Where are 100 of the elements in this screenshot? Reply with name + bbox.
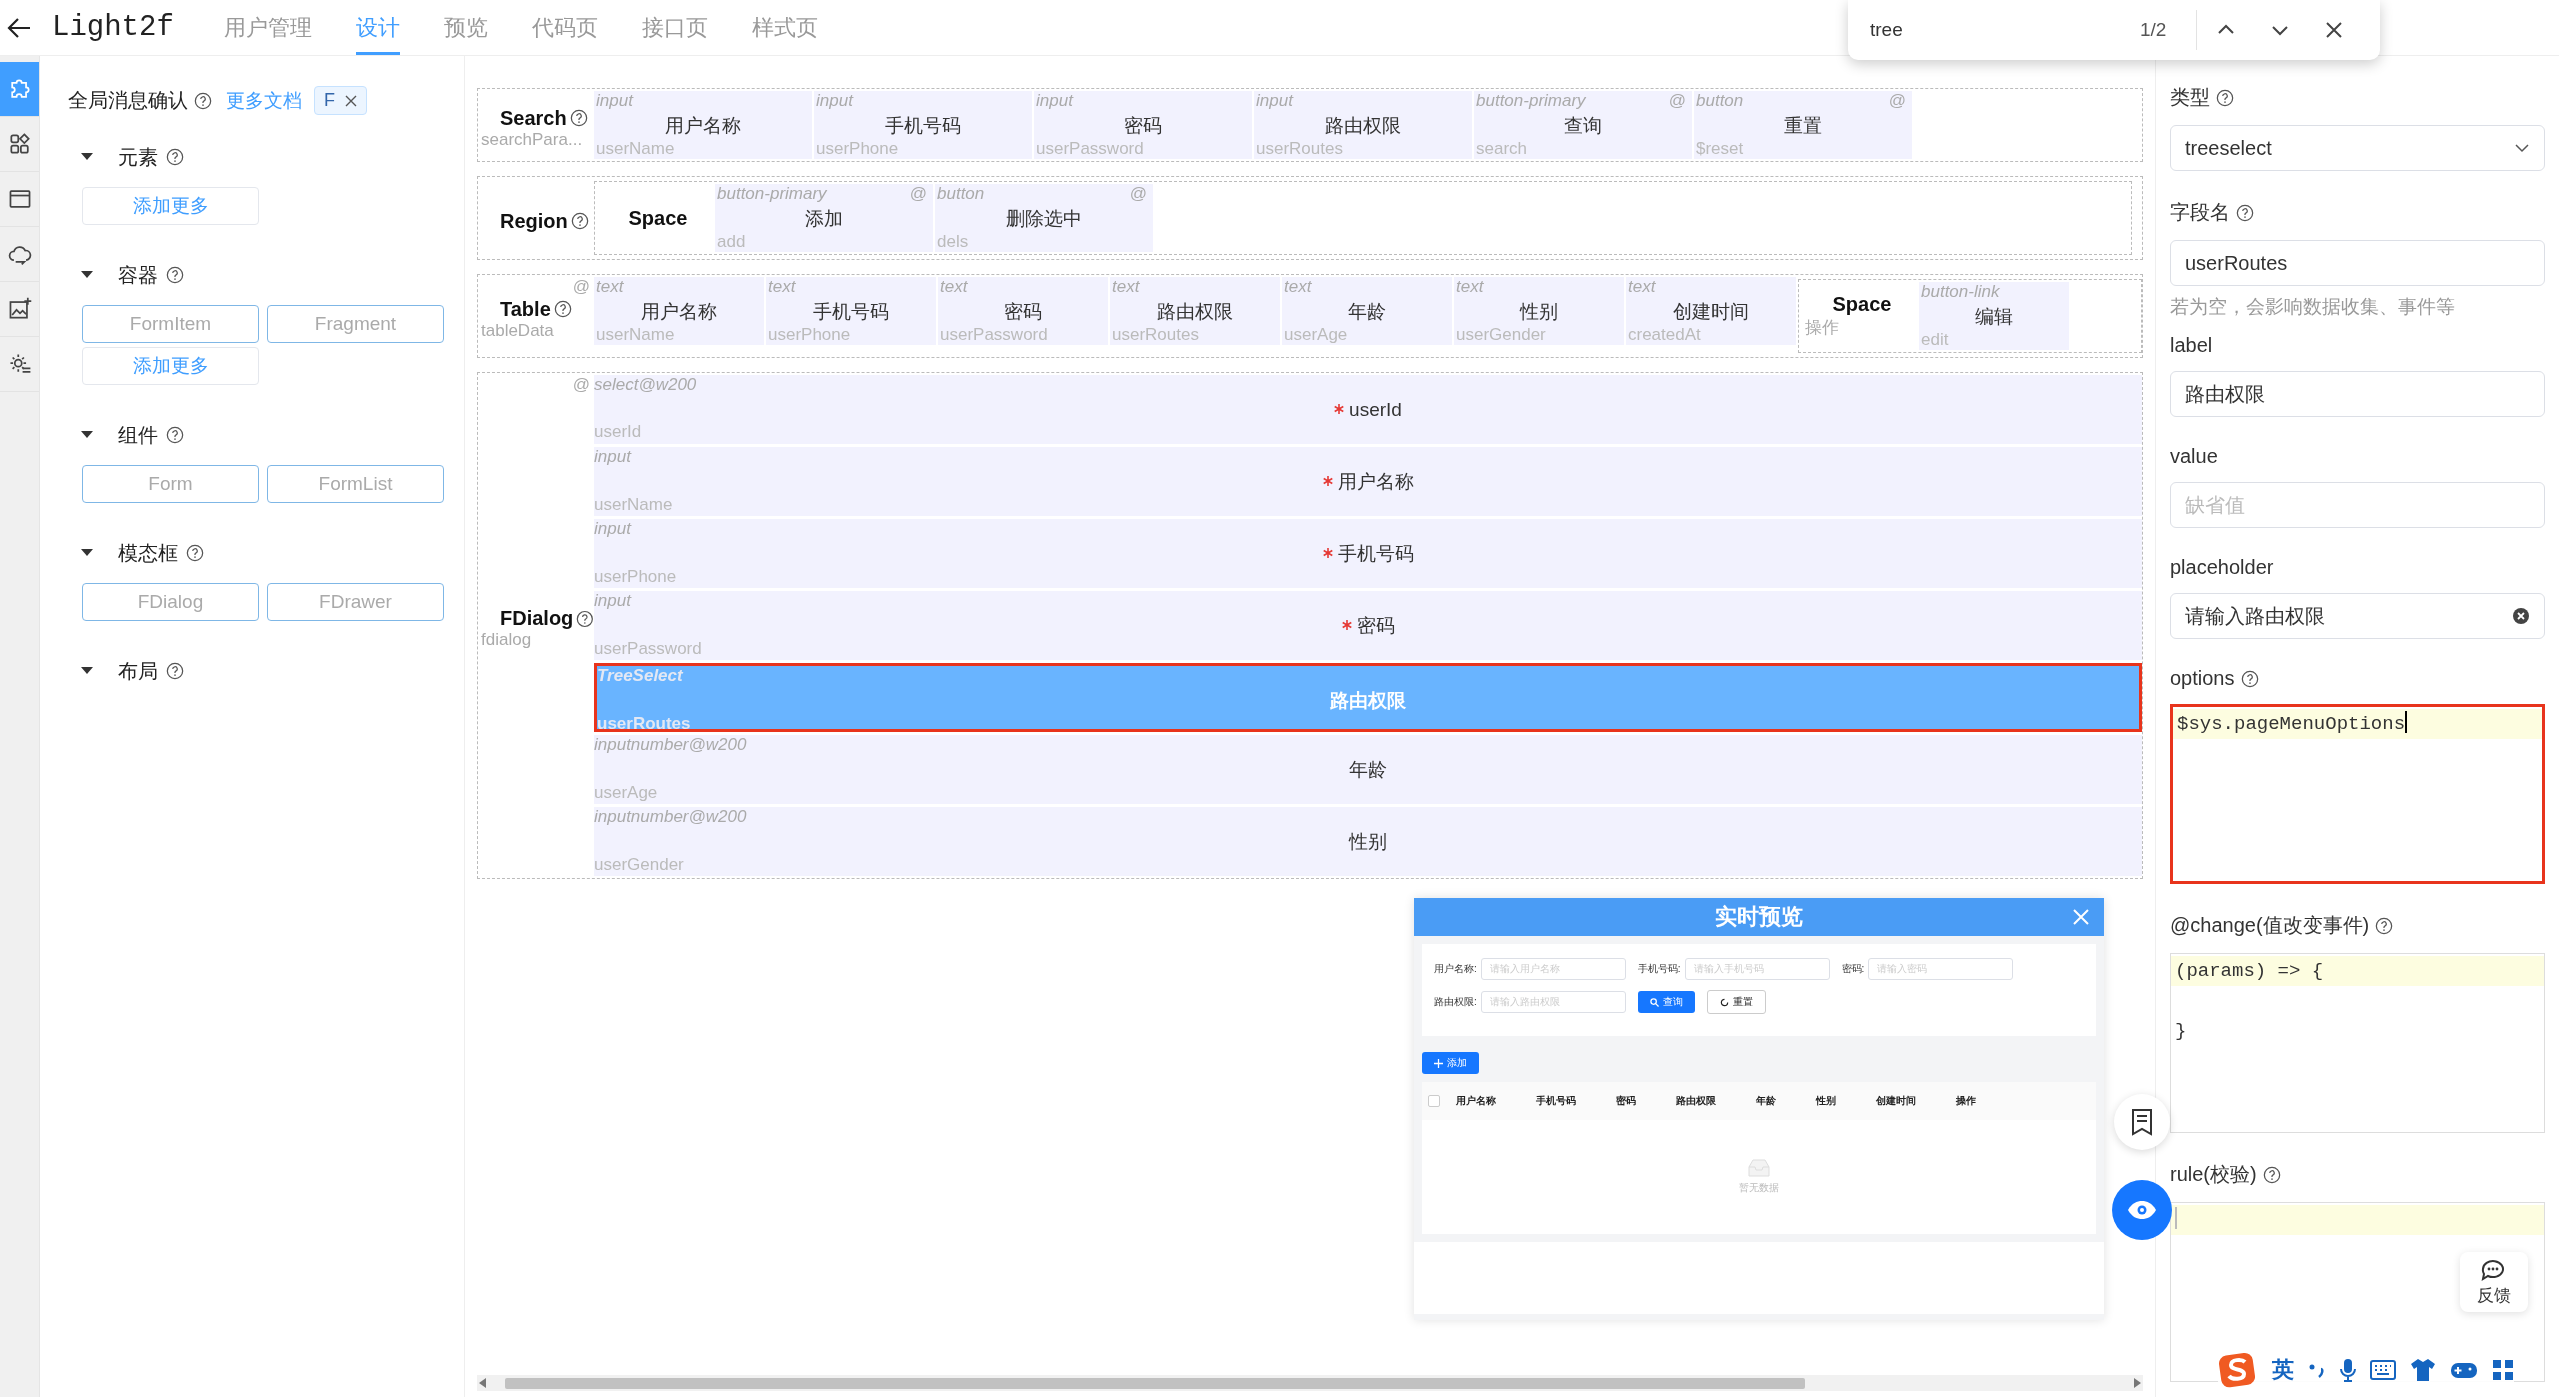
section-title: 模态框 (118, 540, 178, 566)
code-editor[interactable]: $sys.pageMenuOptions (2170, 704, 2545, 884)
field-name: userRoutes (1112, 325, 1199, 346)
horizontal-scrollbar[interactable] (477, 1375, 2143, 1391)
field-hint: 若为空，会影响数据收集、事件等 (2170, 295, 2456, 319)
component-label: 密码 (1356, 615, 1395, 636)
field-label: value (2170, 445, 2218, 468)
component-type: input (594, 447, 631, 468)
component-cell[interactable]: button-link 编辑 edit (1919, 282, 2069, 350)
component-cell[interactable]: button 删除选中 dels @ (935, 184, 1153, 252)
form-item-row[interactable]: inputnumber@w200 年龄 userAge (594, 735, 2142, 804)
space-group[interactable]: Space button-primary 添加 add @ button 删除选中 dels @ (594, 181, 2132, 255)
component-cell[interactable]: text 手机号码 userPhone (766, 277, 936, 345)
component-label: 路由权限 (1324, 114, 1402, 138)
app-title: Light2f (52, 11, 174, 44)
document-icon (2130, 1108, 2154, 1136)
close-icon[interactable] (345, 94, 357, 107)
form-item-row[interactable]: input 用户名称 userName (594, 447, 2142, 516)
input-field[interactable]: userRoutes (2170, 240, 2545, 286)
field-name: edit (1921, 330, 1949, 351)
preview-title: 实时预览 (1715, 903, 1803, 931)
select-all-checkbox[interactable] (1428, 1095, 1440, 1107)
type-select[interactable]: treeselect (2170, 125, 2545, 171)
field-name: userGender (594, 855, 684, 876)
component-label: userId (1349, 398, 1402, 420)
event-marker: @ (909, 184, 927, 204)
component-cell[interactable]: button-primary 查询 search @ (1474, 91, 1692, 159)
input-mode[interactable]: 英 (2272, 1355, 2294, 1385)
gamepad-icon[interactable] (2450, 1360, 2478, 1380)
document-button[interactable] (2114, 1094, 2170, 1150)
section-title: 布局 (118, 658, 158, 684)
component-label: 删除选中 (1005, 207, 1083, 231)
component-cell[interactable]: input 密码 userPassword (1034, 91, 1252, 159)
filter-tag[interactable]: F (314, 86, 367, 115)
code-editor[interactable]: (params) => { } (2170, 953, 2545, 1133)
component-cell[interactable]: input 路由权限 userRoutes (1254, 91, 1472, 159)
component-type: inputnumber@w200 (594, 735, 747, 756)
scroll-right-icon[interactable] (2133, 1378, 2141, 1388)
microphone-icon[interactable] (2340, 1358, 2356, 1382)
component-label: 年龄 (1349, 759, 1387, 780)
field-name: add (717, 232, 746, 253)
form-item-row[interactable]: select@w200 userId userId (594, 375, 2142, 444)
container-block[interactable]: Region Space button-primary 添加 add @ button 删除选中 dels @ (477, 176, 2143, 260)
shirt-icon[interactable] (2410, 1358, 2436, 1382)
preview-button[interactable] (2112, 1180, 2172, 1240)
component-type: text (768, 277, 796, 298)
block-data-key: fdialog (478, 630, 594, 650)
component-label: 路由权限 (1330, 690, 1406, 711)
clear-icon[interactable] (2512, 607, 2530, 625)
container-block[interactable]: Search searchPara... input 用户名称 userName input 手机号码 userPhone input 密码 userPassword input 路由权限 userRoutes button-primary 查询 search @ button 重置 $reset @ (477, 88, 2143, 162)
space-group[interactable]: Space 操作 button-link 编辑 edit (1798, 279, 2142, 353)
form-item-row[interactable]: input 密码 userPassword (594, 591, 2142, 660)
find-input[interactable]: tree (1870, 19, 2140, 41)
component-cell[interactable]: button 重置 $reset @ (1694, 91, 1912, 159)
field-name: $reset (1696, 139, 1744, 160)
component-type: text (596, 277, 624, 298)
component-label: 添加 (804, 207, 844, 231)
component-type: input (594, 519, 631, 540)
form-item-row[interactable]: input 手机号码 userPhone (594, 519, 2142, 588)
field-name: userPhone (768, 325, 851, 346)
field-name: userPassword (940, 325, 1048, 346)
form-item-row[interactable]: inputnumber@w200 性别 userGender (594, 807, 2142, 876)
input-field[interactable]: 请输入路由权限 (2170, 593, 2545, 639)
component-type: button-primary (1476, 91, 1586, 112)
component-label: 手机号码 (812, 300, 890, 324)
search-button[interactable]: 查询 (1637, 991, 1695, 1013)
component-cell[interactable]: text 密码 userPassword (938, 277, 1108, 345)
component-label: 路由权限 (1156, 300, 1234, 324)
input-field[interactable]: 路由权限 (2170, 371, 2545, 417)
component-cell[interactable]: button-primary 添加 add @ (715, 184, 933, 252)
help-icon (166, 148, 184, 166)
grid-icon[interactable] (2492, 1359, 2514, 1381)
eye-icon (2127, 1200, 2157, 1220)
keyboard-icon[interactable] (2370, 1360, 2396, 1380)
add-button[interactable]: 添加 (1422, 1052, 1479, 1074)
component-type: text (1284, 277, 1312, 298)
help-icon (569, 109, 588, 127)
block-title: Region (500, 209, 568, 233)
component-cell[interactable]: text 创建时间 createdAt (1626, 277, 1796, 345)
section-title: 组件 (118, 422, 158, 448)
input-method-logo-icon[interactable] (2218, 1352, 2258, 1388)
component-cell[interactable]: text 年龄 userAge (1282, 277, 1452, 345)
component-cell[interactable]: text 路由权限 userRoutes (1110, 277, 1280, 345)
field-label: 字段名 (2170, 200, 2230, 225)
feedback-button[interactable]: 反馈 (2460, 1252, 2528, 1312)
dialog-block[interactable]: FDialog fdialog @ select@w200 userId userId input 用户名称 userName input 手机号码 userPhone input 密码 userPassword TreeSelect 路由权限 userRoutes inputnumber@w200 年龄 userAge inputnumber@w200 性别 userGender (477, 372, 2143, 879)
field-label: label (2170, 334, 2213, 357)
component-cell[interactable]: text 性别 userGender (1454, 277, 1624, 345)
filter-label: 路由权限: (1434, 995, 1477, 1009)
component-cell[interactable]: input 用户名称 userName (594, 91, 812, 159)
field-name: userName (596, 139, 675, 160)
filter-label: 用户名称: (1434, 962, 1477, 976)
container-block[interactable]: Table tableData @ text 用户名称 userName text 手机号码 userPhone text 密码 userPassword text 路由权限 userRoutes text 年龄 userAge text 性别 userGender text 创建时间 createdAt Space 操作 button-link 编辑 edit (477, 274, 2143, 358)
scroll-left-icon[interactable] (479, 1378, 487, 1388)
component-cell[interactable]: input 手机号码 userPhone (814, 91, 1032, 159)
component-label: 用户名称 (1337, 471, 1414, 492)
field-name: userGender (1456, 325, 1546, 346)
reset-button[interactable]: 重置 (1706, 990, 1766, 1014)
component-cell[interactable]: text 用户名称 userName (594, 277, 764, 345)
event-marker: @ (572, 375, 590, 395)
